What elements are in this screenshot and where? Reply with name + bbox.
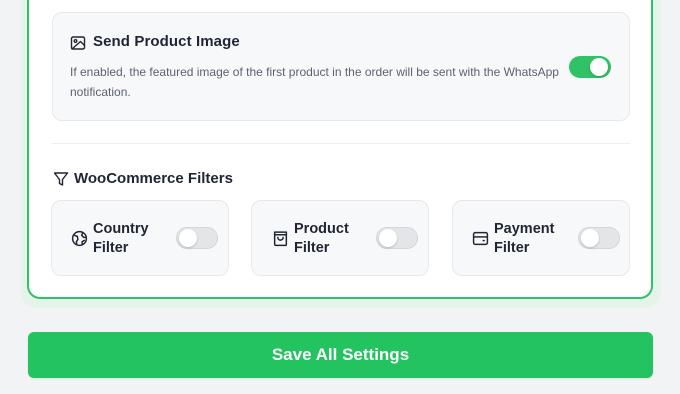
shopping-bag-icon [272,230,289,247]
product-filter-label: Product Filter [294,221,349,256]
toggle-knob [379,229,397,247]
send-product-image-description: If enabled, the featured image of the fi… [70,65,559,99]
country-filter-toggle[interactable] [176,227,218,249]
product-filter-toggle[interactable] [376,227,418,249]
payment-filter-label: Payment Filter [494,221,555,256]
send-product-image-toggle[interactable] [569,56,611,78]
toggle-knob [179,229,197,247]
country-filter-label: Country Filter [93,221,149,256]
credit-card-icon [472,230,489,247]
toggle-knob [590,58,608,76]
save-all-settings-button[interactable]: Save All Settings [28,332,653,378]
globe-icon [71,230,88,247]
send-product-image-title: Send Product Image [93,33,240,50]
payment-filter-toggle[interactable] [578,227,620,249]
toggle-knob [581,229,599,247]
woocommerce-filters-title: WooCommerce Filters [74,170,233,187]
image-icon [70,35,86,51]
filter-icon [53,171,69,187]
section-divider [52,143,630,144]
